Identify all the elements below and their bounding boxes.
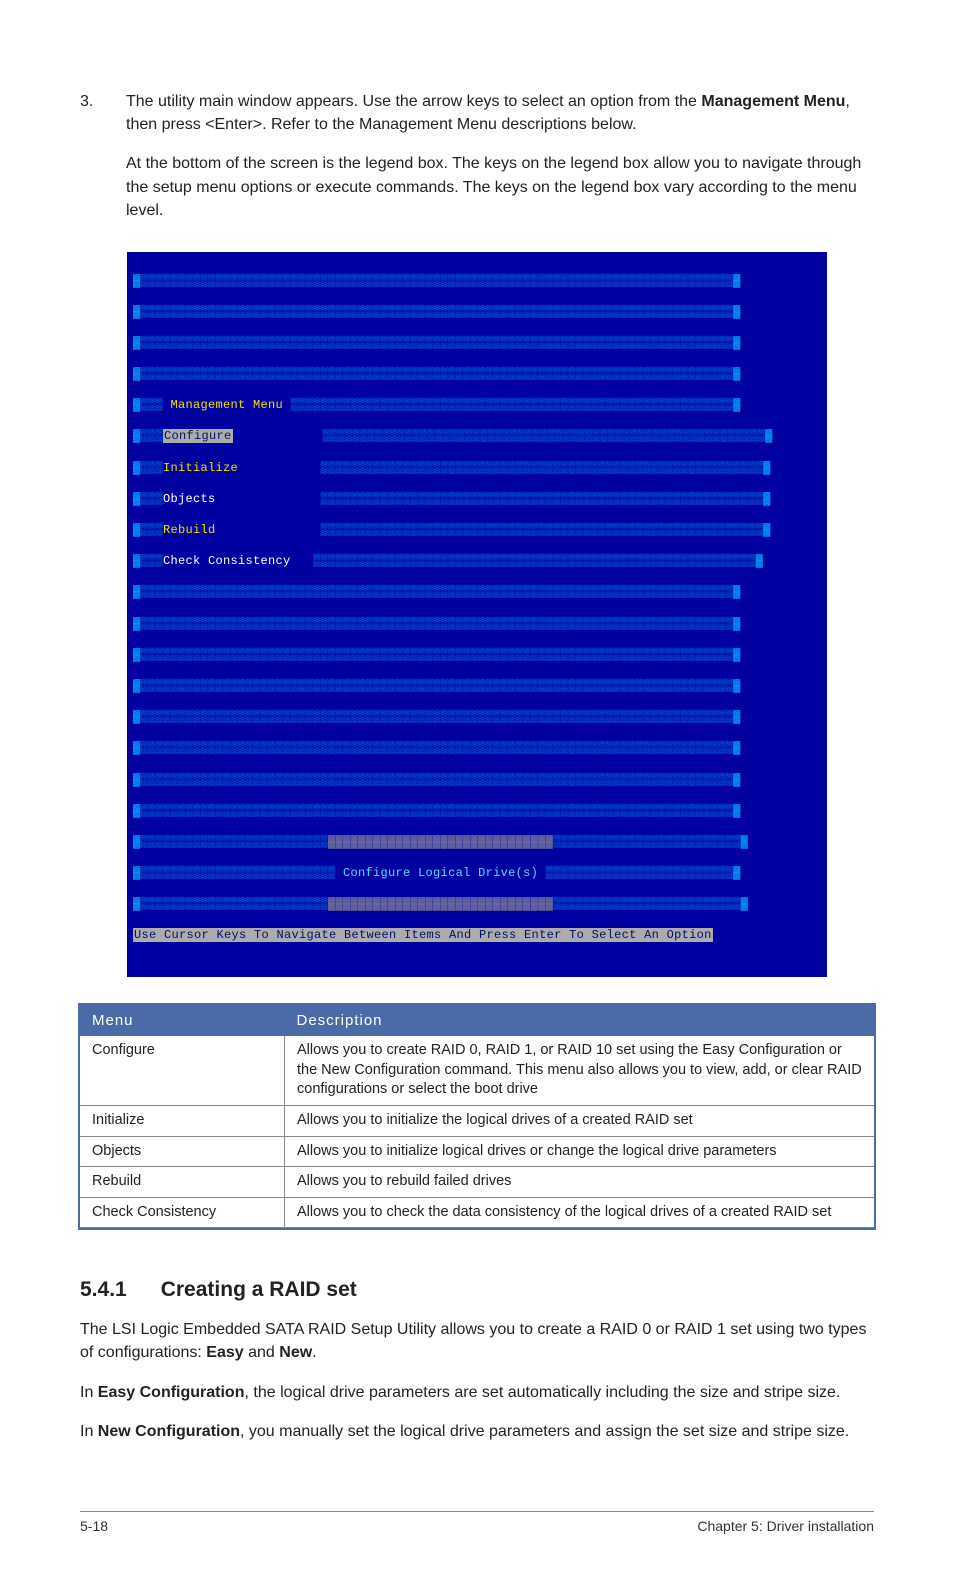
page-footer: 5-18 Chapter 5: Driver installation	[80, 1511, 874, 1534]
step-p2: At the bottom of the screen is the legen…	[126, 152, 874, 222]
term-item-check: Check Consistency	[163, 554, 291, 568]
section-p3-c: , you manually set the logical drive par…	[240, 1423, 849, 1440]
section-p2-b: Easy Configuration	[98, 1384, 245, 1401]
term-legend: Use Cursor Keys To Navigate Between Item…	[133, 928, 713, 942]
section-p2: In Easy Configuration, the logical drive…	[80, 1381, 874, 1404]
step-p1-a: The utility main window appears. Use the…	[126, 93, 701, 110]
cell-desc: Allows you to create RAID 0, RAID 1, or …	[285, 1036, 875, 1105]
table-row: Configure Allows you to create RAID 0, R…	[80, 1036, 874, 1105]
section-p2-a: In	[80, 1384, 98, 1401]
term-item-initialize: Initialize	[163, 461, 238, 475]
section-p1-a: The LSI Logic Embedded SATA RAID Setup U…	[80, 1321, 866, 1361]
section-title: Creating a RAID set	[161, 1278, 357, 1301]
term-hint: Configure Logical Drive(s)	[343, 866, 538, 880]
section-p1-c: and	[244, 1344, 280, 1361]
term-header: Management Menu	[171, 398, 284, 412]
term-item-rebuild: Rebuild	[163, 523, 216, 537]
cell-desc: Allows you to check the data consistency…	[285, 1197, 875, 1228]
footer-right: Chapter 5: Driver installation	[697, 1518, 874, 1534]
cell-menu: Rebuild	[80, 1167, 285, 1198]
footer-left: 5-18	[80, 1518, 108, 1534]
section-p1: The LSI Logic Embedded SATA RAID Setup U…	[80, 1318, 874, 1364]
section-p2-c: , the logical drive parameters are set a…	[244, 1384, 840, 1401]
cell-desc: Allows you to initialize logical drives …	[285, 1136, 875, 1167]
terminal-screenshot: ▓▒▒▒▒▒▒▒▒▒▒▒▒▒▒▒▒▒▒▒▒▒▒▒▒▒▒▒▒▒▒▒▒▒▒▒▒▒▒▒…	[127, 252, 827, 977]
term-item-objects: Objects	[163, 492, 216, 506]
cell-menu: Check Consistency	[80, 1197, 285, 1228]
term-item-configure: Configure	[163, 429, 233, 443]
table-row: Check Consistency Allows you to check th…	[80, 1197, 874, 1228]
cell-menu: Initialize	[80, 1105, 285, 1136]
menu-description-table: Menu Description Configure Allows you to…	[80, 1005, 874, 1228]
step-p1-b: Management Menu	[701, 93, 845, 110]
section-p3: In New Configuration, you manually set t…	[80, 1420, 874, 1443]
table-head-desc: Description	[285, 1005, 875, 1036]
table-row: Initialize Allows you to initialize the …	[80, 1105, 874, 1136]
section-p1-d: New	[279, 1344, 312, 1361]
section-number: 5.4.1	[80, 1278, 127, 1302]
section-p1-e: .	[312, 1344, 316, 1361]
cell-menu: Objects	[80, 1136, 285, 1167]
table-row: Objects Allows you to initialize logical…	[80, 1136, 874, 1167]
section-p1-b: Easy	[206, 1344, 243, 1361]
section-p3-a: In	[80, 1423, 98, 1440]
section-heading: 5.4.1 Creating a RAID set	[80, 1278, 874, 1302]
step-text: The utility main window appears. Use the…	[126, 90, 874, 136]
table-row: Rebuild Allows you to rebuild failed dri…	[80, 1167, 874, 1198]
step-number: 3.	[80, 90, 126, 113]
section-p3-b: New Configuration	[98, 1423, 240, 1440]
cell-menu: Configure	[80, 1036, 285, 1105]
table-head-menu: Menu	[80, 1005, 285, 1036]
cell-desc: Allows you to initialize the logical dri…	[285, 1105, 875, 1136]
cell-desc: Allows you to rebuild failed drives	[285, 1167, 875, 1198]
